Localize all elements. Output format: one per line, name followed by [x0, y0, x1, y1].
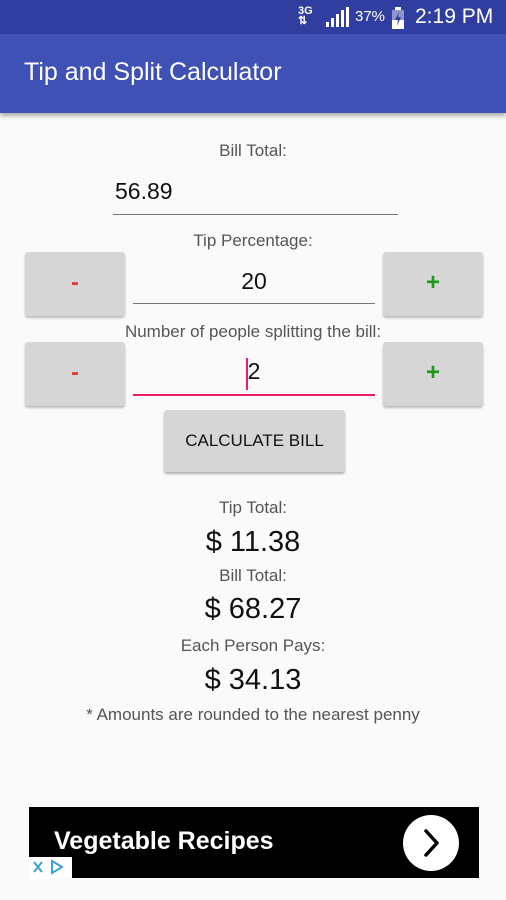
- app-title: Tip and Split Calculator: [24, 58, 282, 86]
- ad-banner[interactable]: Vegetable Recipes: [29, 807, 479, 878]
- tip-percentage-label: Tip Percentage:: [193, 231, 313, 250]
- ad-choices-icon[interactable]: [29, 857, 72, 878]
- network-indicator: 3G ⇅: [298, 6, 313, 27]
- network-arrows: ⇅: [298, 15, 308, 27]
- bill-total-input[interactable]: 56.89: [113, 178, 398, 215]
- bill-total-label: Bill Total:: [219, 141, 287, 160]
- tip-percentage-input[interactable]: 20: [133, 268, 375, 304]
- tip-increment-button[interactable]: +: [383, 252, 483, 316]
- bill-total-result-value: $ 68.27: [204, 593, 302, 625]
- app-bar: Tip and Split Calculator: [0, 34, 506, 113]
- people-count-input[interactable]: 2: [133, 358, 375, 396]
- tip-total-value: $ 11.38: [205, 526, 301, 558]
- people-increment-button[interactable]: +: [383, 342, 483, 406]
- bill-total-value: 56.89: [115, 178, 173, 204]
- each-person-label: Each Person Pays:: [180, 636, 326, 655]
- ad-text: Vegetable Recipes: [54, 827, 274, 855]
- tip-percentage-value: 20: [241, 268, 267, 294]
- battery-charging-icon: [392, 7, 404, 29]
- clock: 2:19 PM: [415, 5, 494, 28]
- bill-total-result-label: Bill Total:: [219, 566, 287, 585]
- people-label: Number of people splitting the bill:: [124, 322, 382, 341]
- each-person-value: $ 34.13: [204, 664, 302, 696]
- tip-total-label: Tip Total:: [218, 498, 288, 517]
- battery-percent: 37%: [355, 8, 386, 25]
- signal-icon: [326, 7, 349, 27]
- text-cursor: [246, 358, 248, 390]
- rounding-note: * Amounts are rounded to the nearest pen…: [86, 705, 420, 724]
- chevron-right-icon[interactable]: [403, 815, 459, 871]
- people-count-value: 2: [247, 358, 261, 384]
- tip-decrement-button[interactable]: -: [25, 252, 125, 316]
- status-bar: 3G ⇅ 37% 2:19 PM: [0, 0, 506, 34]
- calculate-bill-button[interactable]: CALCULATE BILL: [164, 410, 345, 472]
- people-decrement-button[interactable]: -: [25, 342, 125, 406]
